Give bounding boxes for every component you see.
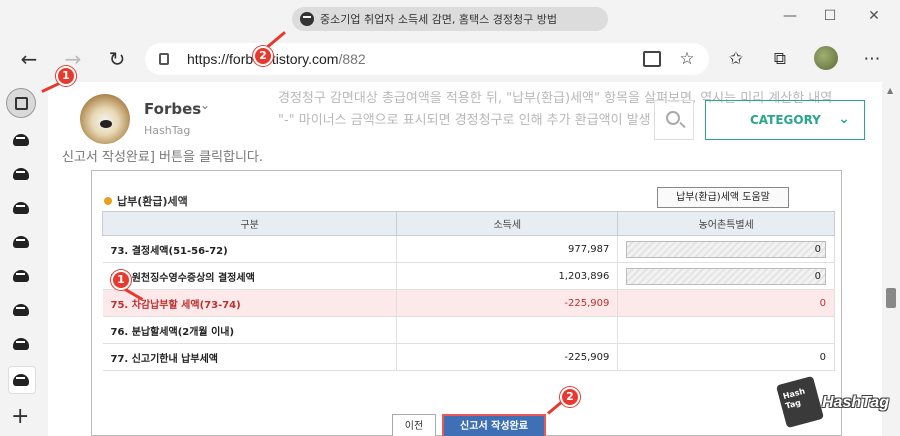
site-favicon-icon bbox=[300, 12, 314, 26]
table-row: 73. 결정세액(51-56-72) 977,987 0 bbox=[102, 235, 835, 263]
annotation-marker-2: 2 bbox=[253, 46, 273, 66]
cap-favicon-icon bbox=[13, 236, 29, 248]
sidebar-tab-1[interactable] bbox=[11, 130, 31, 150]
hashtag-watermark: Hash Tag HashTag bbox=[775, 375, 900, 436]
minimize-button[interactable]: — bbox=[782, 8, 798, 24]
sidebar-tab-2[interactable] bbox=[11, 164, 31, 184]
row-label: 75. 차감납부할 세액(73-74) bbox=[102, 289, 398, 317]
blog-avatar[interactable] bbox=[80, 94, 130, 144]
cap-favicon-icon bbox=[13, 134, 29, 146]
watermark-text: HashTag bbox=[822, 394, 889, 411]
cap-favicon-icon bbox=[13, 304, 29, 316]
scroll-up-icon[interactable]: ▲ bbox=[887, 86, 893, 95]
row-label: 76. 분납할세액(2개월 이내) bbox=[102, 316, 398, 344]
more-menu-icon[interactable]: ⋯ bbox=[862, 49, 882, 69]
income-tax-value: -225,909 bbox=[396, 343, 619, 371]
logo-text: Hash Tag bbox=[781, 386, 807, 411]
reader-view-icon[interactable] bbox=[643, 51, 661, 67]
tab-title: 중소기업 취업자 소득세 감면, 홈택스 경정청구 방법 bbox=[320, 13, 557, 26]
hashtag-logo-icon: Hash Tag bbox=[775, 375, 825, 429]
cap-favicon-icon bbox=[13, 168, 29, 180]
annotation-marker-1: 1 bbox=[56, 66, 76, 86]
income-tax-value: 977,987 bbox=[396, 235, 619, 263]
search-icon-handle bbox=[679, 121, 686, 129]
rural-tax-value bbox=[617, 316, 835, 344]
column-header: 소득세 bbox=[396, 211, 619, 236]
income-tax-value bbox=[396, 316, 619, 344]
collections-icon[interactable]: ⧉ bbox=[770, 49, 790, 69]
blog-subtitle: HashTag bbox=[144, 124, 191, 137]
chevron-down-icon[interactable]: ⌄ bbox=[200, 98, 210, 112]
search-button[interactable] bbox=[654, 100, 694, 140]
submit-return-button[interactable]: 신고서 작성완료 bbox=[442, 414, 546, 436]
sidebar-tab-6[interactable] bbox=[11, 300, 31, 320]
column-header: 농어촌특별세 bbox=[617, 211, 835, 236]
table-row: 77. 신고기한내 납부세액 -225,909 0 bbox=[102, 343, 835, 371]
back-arrow-icon[interactable]: ← bbox=[16, 46, 42, 72]
lock-icon bbox=[159, 53, 169, 65]
scroll-thumb[interactable] bbox=[886, 288, 896, 308]
new-tab-plus-icon[interactable]: + bbox=[11, 404, 29, 429]
row-label: 77. 신고기한내 납부세액 bbox=[102, 343, 398, 371]
chevron-down-icon: ⌄ bbox=[838, 111, 850, 127]
active-tab[interactable]: 중소기업 취업자 소득세 감면, 홈택스 경정청구 방법 bbox=[292, 7, 608, 31]
category-dropdown[interactable]: CATEGORY ⌄ bbox=[705, 100, 865, 140]
sidebar-tab-4[interactable] bbox=[11, 232, 31, 252]
category-label: CATEGORY bbox=[750, 113, 821, 127]
tax-table: 구분 소득세 농어촌특별세 73. 결정세액(51-56-72) 977,987… bbox=[101, 211, 835, 371]
bullet-icon bbox=[104, 197, 112, 205]
annotation-marker-1: 1 bbox=[111, 270, 131, 290]
favorites-icon[interactable]: ✩ bbox=[726, 49, 746, 69]
table-row: 76. 분납할세액(2개월 이내) bbox=[102, 316, 835, 344]
rural-tax-value: 0 bbox=[617, 289, 835, 317]
row-label: 74. 원천징수영수증상의 결정세액 bbox=[102, 262, 398, 290]
tab-actions-button[interactable] bbox=[6, 88, 36, 118]
sidebar-tab-5[interactable] bbox=[11, 266, 31, 286]
annotation-marker-2: 2 bbox=[560, 387, 580, 407]
help-button[interactable]: 납부(환급)세액 도움말 bbox=[657, 187, 789, 208]
article-instruction-text: 신고서 작성완료] 버튼을 클릭합니다. bbox=[62, 150, 264, 165]
rural-tax-value: 0 bbox=[617, 343, 835, 371]
cap-favicon-icon bbox=[13, 338, 29, 350]
refresh-icon[interactable]: ↻ bbox=[104, 46, 130, 72]
cap-favicon-icon bbox=[13, 202, 29, 214]
column-header: 구분 bbox=[101, 211, 398, 236]
table-row: 74. 원천징수영수증상의 결정세액 1,203,896 0 bbox=[102, 262, 835, 290]
section-title-text: 납부(환급)세액 bbox=[117, 195, 188, 208]
table-row-highlighted: 75. 차감납부할 세액(73-74) -225,909 0 bbox=[102, 289, 835, 317]
row-label: 73. 결정세액(51-56-72) bbox=[102, 235, 398, 263]
sidebar-tab-7[interactable] bbox=[11, 334, 31, 354]
tax-form-screenshot: 납부(환급)세액 납부(환급)세액 도움말 구분 소득세 농어촌특별세 73. … bbox=[91, 170, 842, 436]
section-title: 납부(환급)세액 bbox=[104, 193, 188, 209]
prev-button[interactable]: 이전 bbox=[392, 414, 436, 436]
sidebar-tab-8[interactable] bbox=[11, 370, 31, 390]
cap-favicon-icon bbox=[13, 270, 29, 282]
cap-favicon-icon bbox=[13, 374, 29, 386]
address-bar[interactable]: https://forbes.tistory.com/882 bbox=[145, 43, 709, 75]
rural-tax-field[interactable]: 0 bbox=[626, 267, 826, 285]
rural-tax-field[interactable]: 0 bbox=[626, 240, 826, 258]
close-button[interactable]: ✕ bbox=[866, 8, 882, 24]
add-favorite-icon[interactable]: ☆ bbox=[677, 49, 697, 69]
tab-actions-icon bbox=[15, 97, 28, 110]
search-icon bbox=[666, 111, 680, 125]
vertical-tabs-sidebar: + bbox=[0, 82, 42, 436]
income-tax-value: -225,909 bbox=[396, 289, 619, 317]
profile-avatar[interactable] bbox=[814, 46, 838, 70]
browser-toolbar: ← → ↻ https://forbes.tistory.com/882 ☆ ✩… bbox=[0, 36, 900, 82]
page-content: 경정청구 감면대상 총급여액을 적용한 뒤, "납부(환급)세액" 항목을 살펴… bbox=[48, 82, 882, 436]
url-path: /882 bbox=[338, 51, 366, 67]
income-tax-value: 1,203,896 bbox=[396, 262, 619, 290]
sidebar-tab-3[interactable] bbox=[11, 198, 31, 218]
maximize-button[interactable]: ☐ bbox=[822, 8, 838, 24]
blog-name[interactable]: Forbes bbox=[144, 100, 201, 118]
title-bar: 중소기업 취업자 소득세 감면, 홈택스 경정청구 방법 — ☐ ✕ bbox=[0, 0, 900, 34]
